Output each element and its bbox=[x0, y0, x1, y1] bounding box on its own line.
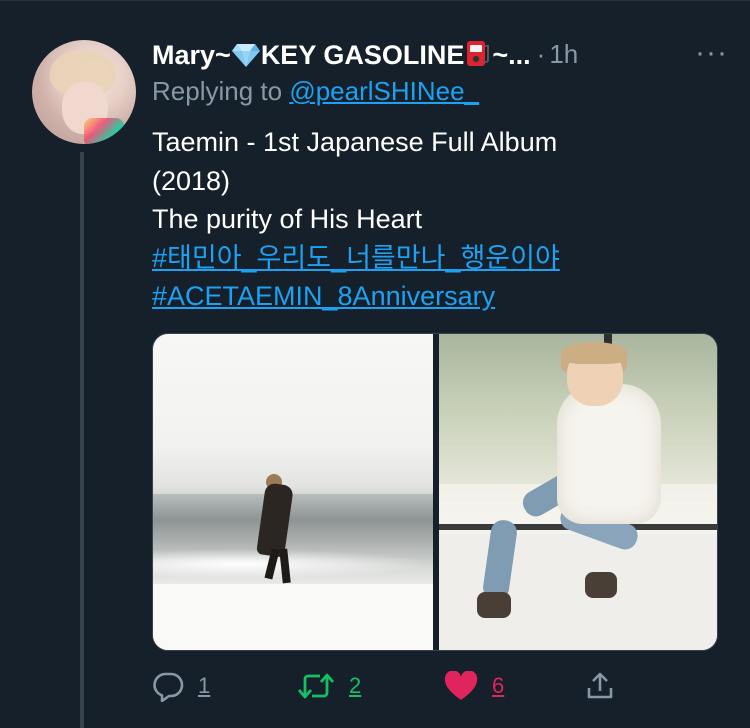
tweet-actions: 1 2 6 bbox=[152, 664, 632, 708]
retweet-icon bbox=[297, 671, 335, 701]
photo-beach[interactable] bbox=[153, 334, 433, 650]
photo-sweater[interactable] bbox=[438, 334, 717, 650]
author-name-part: Mary~ bbox=[152, 39, 231, 70]
retweet-button[interactable]: 2 bbox=[297, 664, 361, 708]
like-count: 6 bbox=[492, 673, 505, 698]
fuel-pump-icon bbox=[464, 38, 492, 68]
reply-button[interactable]: 1 bbox=[152, 664, 210, 708]
replying-handle-link[interactable]: @pearlSHINee_ bbox=[289, 76, 479, 106]
thread-line bbox=[80, 152, 84, 728]
avatar[interactable] bbox=[32, 40, 136, 144]
media-grid bbox=[152, 333, 718, 651]
tweet-text-line: (2018) bbox=[152, 165, 231, 196]
hashtag-link[interactable]: #태민아_우리도_너를만나_행운이야 bbox=[152, 239, 732, 278]
retweet-count: 2 bbox=[349, 673, 362, 698]
author-display-name[interactable]: Mary~ KEY GASOLINE ~... bbox=[152, 38, 531, 71]
more-options-icon[interactable]: ··· bbox=[695, 36, 728, 70]
tweet-text-line: Taemin - 1st Japanese Full Album bbox=[152, 127, 558, 157]
like-button[interactable]: 6 bbox=[444, 664, 504, 708]
separator-dot: · bbox=[536, 38, 546, 69]
tweet-text-line: The purity of His Heart bbox=[152, 204, 423, 234]
top-divider bbox=[0, 0, 750, 1]
replying-prefix: Replying to bbox=[152, 76, 283, 106]
hashtag-link[interactable]: #ACETAEMIN_8Anniversary bbox=[152, 277, 732, 316]
reply-icon bbox=[152, 670, 184, 702]
reply-count: 1 bbox=[198, 673, 211, 698]
share-icon bbox=[584, 670, 616, 702]
author-name-part: ~... bbox=[492, 39, 531, 70]
gem-icon bbox=[231, 42, 261, 68]
tweet-text: Taemin - 1st Japanese Full Album (2018) … bbox=[152, 123, 732, 316]
heart-icon bbox=[444, 671, 478, 701]
author-name-part: KEY GASOLINE bbox=[260, 39, 465, 70]
tweet-header: Mary~ KEY GASOLINE ~... · 1h ··· bbox=[152, 34, 742, 74]
share-button[interactable] bbox=[584, 664, 616, 708]
timestamp[interactable]: 1h bbox=[549, 39, 578, 70]
replying-to: Replying to @pearlSHINee_ bbox=[152, 76, 479, 107]
